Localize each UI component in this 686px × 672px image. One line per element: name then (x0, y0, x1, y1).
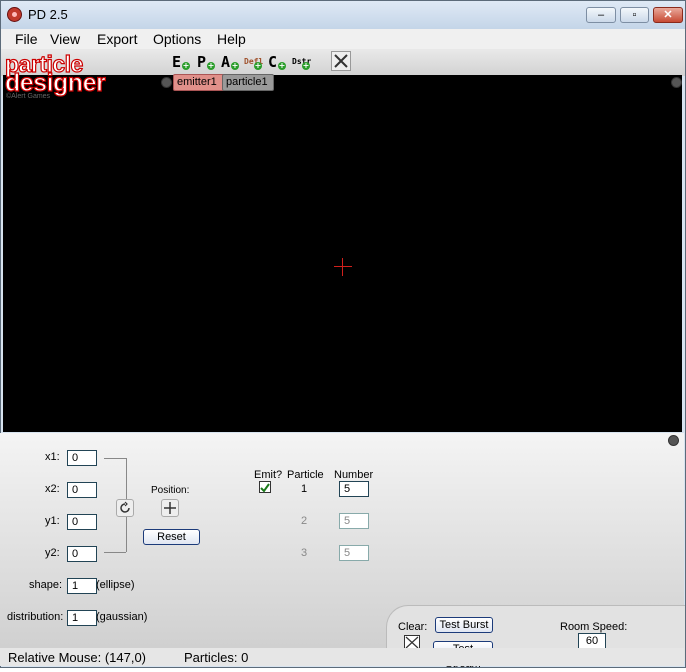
relative-mouse-status: Relative Mouse: (147,0) (8, 650, 147, 665)
plus-icon: + (207, 61, 215, 70)
particle-index-3: 3 (301, 547, 308, 559)
particle-index-1: 1 (301, 483, 308, 495)
particle-header: Particle (287, 469, 324, 481)
add-emitter-button[interactable]: E + (172, 51, 190, 73)
particles-count-status: Particles: 0 (184, 650, 249, 665)
add-destroyer-button[interactable]: Dstr + (292, 51, 311, 73)
distribution-name: (gaussian) (96, 611, 148, 623)
add-changer-button[interactable]: C + (268, 51, 286, 73)
x1-label: x1: (45, 451, 60, 463)
emit-header: Emit? (254, 469, 283, 481)
menu-view[interactable]: View (50, 31, 80, 47)
y1-field[interactable]: 0 (67, 514, 97, 530)
clear-label: Clear: (398, 621, 428, 633)
minimize-button[interactable]: – (586, 7, 616, 23)
window-title: PD 2.5 (28, 7, 68, 22)
particle-canvas[interactable] (3, 75, 682, 432)
rotate-button[interactable] (116, 499, 134, 517)
canvas-corner-icon (161, 77, 172, 88)
position-move-button[interactable] (161, 499, 179, 517)
panel-resize-icon[interactable] (668, 435, 679, 446)
x1-field[interactable]: 0 (67, 450, 97, 466)
menu-options[interactable]: Options (153, 31, 201, 47)
plus-icon: + (182, 61, 190, 70)
menu-export[interactable]: Export (97, 31, 137, 47)
number-field-2[interactable]: 5 (339, 513, 369, 529)
add-deflector-button[interactable]: Defl + (244, 51, 263, 73)
test-burst-button[interactable]: Test Burst (435, 617, 493, 633)
number-field-1[interactable]: 5 (339, 481, 369, 497)
close-button[interactable]: ✕ (653, 7, 683, 23)
add-attractor-button[interactable]: A + (221, 51, 239, 73)
move-icon (164, 502, 176, 514)
emit-checkbox-1[interactable] (259, 481, 271, 493)
y2-field[interactable]: 0 (67, 546, 97, 562)
add-changer-letter: C (268, 53, 278, 71)
particle-designer-logo: particle designer ©Alert Games (3, 52, 133, 100)
title-bar: PD 2.5 – ▫ ✕ (1, 1, 685, 29)
y1-label: y1: (45, 515, 60, 527)
menu-help[interactable]: Help (217, 31, 246, 47)
room-speed-field[interactable]: 60 (578, 633, 606, 649)
number-header: Number (334, 469, 374, 481)
tab-particle1[interactable]: particle1 (222, 74, 274, 91)
rotate-icon (120, 501, 130, 513)
bracket-line (104, 552, 126, 553)
shape-field[interactable]: 1 (67, 578, 97, 594)
bracket-line (104, 458, 126, 459)
add-particle-button[interactable]: P + (197, 51, 215, 73)
x2-field[interactable]: 0 (67, 482, 97, 498)
position-label: Position: (151, 485, 190, 496)
plus-icon: + (302, 61, 310, 70)
logo-text-designer: designer (4, 69, 106, 97)
number-field-3[interactable]: 5 (339, 545, 369, 561)
maximize-button[interactable]: ▫ (620, 7, 649, 23)
add-emitter-letter: E (172, 53, 182, 71)
add-attractor-letter: A (221, 53, 231, 71)
checkmark-icon (260, 483, 270, 493)
distribution-field[interactable]: 1 (67, 610, 97, 626)
room-speed-label: Room Speed: (560, 621, 628, 633)
delete-tool-button[interactable] (331, 51, 351, 71)
reset-button[interactable]: Reset (143, 529, 200, 545)
shape-name: (ellipse) (96, 579, 135, 591)
add-particle-letter: P (197, 53, 207, 71)
cross-arrows-icon (334, 54, 348, 68)
shape-label: shape: (29, 579, 63, 591)
menu-bar: File View Export Options Help (1, 29, 685, 49)
menu-file[interactable]: File (15, 31, 38, 47)
y2-label: y2: (45, 547, 60, 559)
plus-icon: + (231, 61, 239, 70)
plus-icon: + (278, 61, 286, 70)
particle-index-2: 2 (301, 515, 308, 527)
canvas-corner-icon (671, 77, 682, 88)
emitter-crosshair-icon[interactable] (334, 266, 352, 267)
x2-label: x2: (45, 483, 60, 495)
plus-icon: + (254, 61, 262, 70)
logo-credit: ©Alert Games (6, 93, 51, 100)
emitter-crosshair-vertical[interactable] (342, 258, 343, 276)
distribution-label: distribution: (7, 611, 64, 623)
tab-emitter1[interactable]: emitter1 (173, 74, 225, 91)
app-logo-icon (7, 7, 22, 22)
